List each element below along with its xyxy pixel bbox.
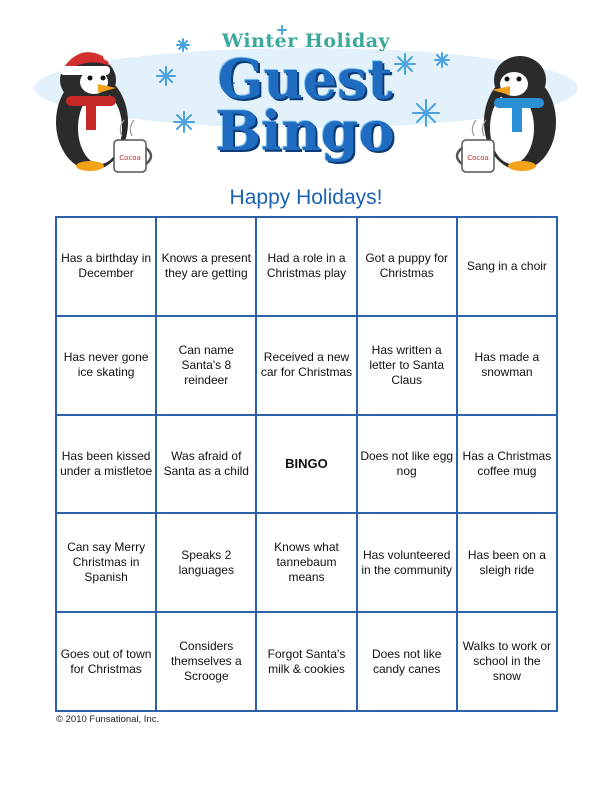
bingo-cell: Goes out of town for Christmas [56, 612, 157, 711]
bingo-cell: Does not like candy canes [356, 612, 457, 711]
bingo-cell: Knows what tannebaum means [256, 513, 357, 613]
bingo-cell: Has been on a sleigh ride [456, 513, 557, 613]
logo-title-bingo: Bingo [215, 99, 395, 163]
bingo-cell: Can name Santa's 8 reindeer [156, 315, 257, 415]
bingo-grid: Has a birthday in December Knows a prese… [55, 216, 558, 712]
bingo-cell: Has volunteered in the community [356, 513, 457, 613]
bingo-cell: Got a puppy for Christmas [356, 217, 457, 316]
bingo-cell: Was afraid of Santa as a child [156, 414, 257, 514]
logo-title-guest: Guest [217, 47, 393, 111]
bingo-cell: Had a role in a Christmas play [256, 217, 357, 316]
bingo-cell: Forgot Santa's milk & cookies [256, 612, 357, 711]
bingo-cell: Received a new car for Christmas [256, 315, 357, 415]
bingo-cell: Has made a snowman [456, 315, 557, 415]
bingo-cell: Speaks 2 languages [156, 513, 257, 613]
bingo-free-space: BINGO [256, 414, 357, 514]
bingo-cell: Knows a present they are getting [156, 217, 257, 316]
bingo-cell: Considers themselves a Scrooge [156, 612, 257, 711]
bingo-cell: Has a birthday in December [56, 217, 157, 316]
left-mug-label: Cocoa [119, 154, 141, 162]
bingo-cell: Has never gone ice skating [56, 315, 157, 415]
header-banner: Cocoa Cocoa Winter Holiday Guest Bingo [0, 0, 612, 185]
bingo-cell: Has been kissed under a mistletoe [56, 414, 157, 514]
right-mug-label: Cocoa [467, 154, 489, 162]
bingo-cell: Has written a letter to Santa Claus [356, 315, 457, 415]
bingo-cell: Does not like egg nog [356, 414, 457, 514]
bingo-cell: Has a Christmas coffee mug [456, 414, 557, 514]
page-subtitle: Happy Holidays! [229, 186, 383, 209]
bingo-cell: Walks to work or school in the snow [456, 612, 557, 711]
copyright-footer: © 2010 Funsational, Inc. [56, 714, 160, 725]
bingo-cell: Can say Merry Christmas in Spanish [56, 513, 157, 613]
bingo-cell: Sang in a choir [456, 217, 557, 316]
